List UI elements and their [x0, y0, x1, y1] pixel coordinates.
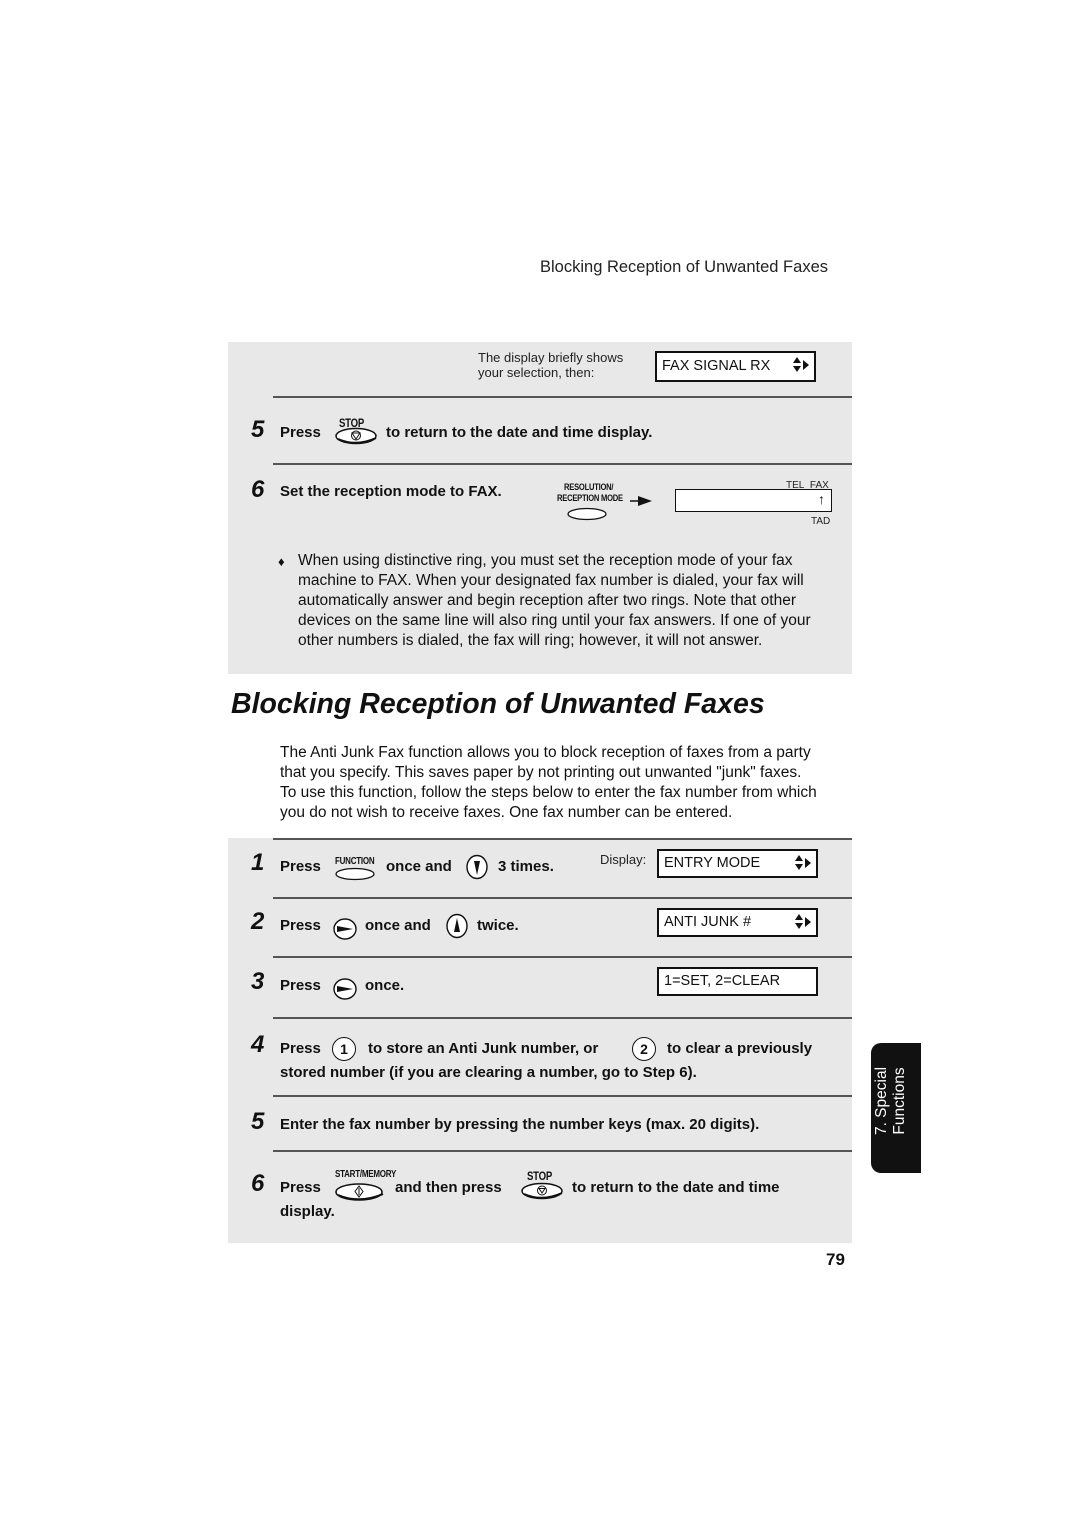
number-key-1: 1: [332, 1037, 356, 1061]
step-text: once.: [365, 977, 405, 994]
intro-line: The Anti Junk Fax function allows you to…: [280, 744, 811, 761]
oval-button-icon: [567, 507, 607, 521]
reception-mode-indicator: ↑: [675, 489, 832, 512]
step-text: once and: [386, 858, 452, 875]
note-line: devices on the same line will also ring …: [298, 612, 811, 629]
down-arrow-key-icon: [466, 854, 488, 880]
previous-steps-panel: The display briefly shows your selection…: [228, 342, 852, 674]
note-line: machine to FAX. When your designated fax…: [298, 572, 804, 589]
step-text: twice.: [477, 917, 519, 934]
step-number: 6: [251, 476, 265, 503]
bullet-icon: ♦: [278, 554, 285, 569]
step-text-line2: display.: [280, 1203, 335, 1220]
intro-line: To use this function, follow the steps b…: [280, 784, 817, 801]
lcd-display-entry-mode: ENTRY MODE: [657, 849, 818, 878]
divider: [273, 1095, 852, 1097]
right-arrow-key-icon: [333, 978, 357, 1000]
mode-pointer-up-icon: ↑: [818, 491, 825, 507]
step-number: 3: [251, 968, 265, 995]
step-text-press: Press: [280, 424, 321, 441]
lcd-display-fax-signal-rx: FAX SIGNAL RX: [655, 351, 816, 382]
key-label-line2: RECEPTION MODE: [557, 493, 623, 504]
step-text-press: Press: [280, 977, 321, 994]
intro-line: you do not wish to receive faxes. One fa…: [280, 804, 733, 821]
step-number: 4: [251, 1031, 265, 1058]
key-label-line1: RESOLUTION/: [564, 482, 614, 493]
running-header: Blocking Reception of Unwanted Faxes: [540, 258, 828, 276]
intro-paragraph: The Anti Junk Fax function allows you to…: [280, 743, 817, 823]
anti-junk-steps-panel: 1 Press FUNCTION once and 3 times. Displ…: [228, 838, 852, 1243]
number-key-2: 2: [632, 1037, 656, 1061]
stop-key: STOP: [521, 1169, 567, 1203]
function-key: FUNCTION: [334, 856, 382, 882]
stop-button-icon: [521, 1182, 563, 1200]
up-down-right-arrows-icon: [795, 855, 811, 870]
start-memory-key-label: START/MEMORY: [335, 1169, 397, 1180]
step-number: 1: [251, 849, 265, 876]
step-number: 2: [251, 908, 265, 935]
note-line: other numbers is dialed, the fax will ri…: [298, 632, 763, 649]
divider: [273, 1017, 852, 1019]
up-down-right-arrows-icon: [795, 914, 811, 929]
step-text: and then press: [395, 1179, 502, 1196]
stop-key: STOP: [335, 416, 377, 445]
mode-label-tad: TAD: [811, 516, 831, 527]
divider: [273, 396, 852, 398]
oval-button-icon: [335, 867, 375, 881]
display-label: Display:: [600, 852, 647, 867]
note-paragraph: When using distinctive ring, you must se…: [298, 551, 811, 651]
right-arrow-key-icon: [333, 918, 357, 940]
lcd-text: ANTI JUNK #: [664, 914, 752, 930]
lcd-display-anti-junk: ANTI JUNK #: [657, 908, 818, 937]
display-note-line1: The display briefly shows: [478, 350, 624, 365]
start-memory-key: START/MEMORY: [333, 1169, 397, 1203]
step-text: to clear a previously: [667, 1040, 813, 1057]
function-key-label: FUNCTION: [335, 856, 375, 867]
step-number: 5: [251, 416, 265, 443]
chapter-tab-line1: 7. Special: [873, 1066, 890, 1136]
divider: [273, 463, 852, 465]
arrow-right-icon: [630, 496, 652, 506]
divider: [273, 956, 852, 958]
step-text: to return to the date and time: [572, 1179, 780, 1196]
step-text: once and: [365, 917, 431, 934]
divider: [273, 897, 852, 899]
start-button-icon: [335, 1183, 384, 1201]
step-text-press: Press: [280, 1040, 321, 1057]
step-text: Enter the fax number by pressing the num…: [280, 1116, 760, 1133]
step-text-press: Press: [280, 917, 321, 934]
resolution-reception-mode-key: RESOLUTION/ RECEPTION MODE: [556, 482, 626, 522]
lcd-text: FAX SIGNAL RX: [662, 358, 771, 374]
lcd-text: ENTRY MODE: [664, 855, 761, 871]
intro-line: that you specify. This saves paper by no…: [280, 764, 802, 781]
lcd-display-set-clear: 1=SET, 2=CLEAR: [657, 967, 818, 996]
up-arrow-key-icon: [446, 913, 468, 939]
chapter-tab[interactable]: 7. Special Functions: [871, 1043, 921, 1173]
step-number: 6: [251, 1170, 265, 1197]
step-text: Set the reception mode to FAX.: [280, 483, 502, 500]
note-line: automatically answer and begin reception…: [298, 592, 796, 609]
section-title: Blocking Reception of Unwanted Faxes: [231, 688, 765, 720]
chapter-tab-line2: Functions: [891, 1067, 908, 1135]
divider: [273, 838, 852, 840]
chapter-tab-label: 7. Special Functions: [873, 1038, 909, 1164]
stop-button-icon: [335, 427, 377, 445]
display-note-line2: your selection, then:: [478, 365, 595, 380]
step-text-press: Press: [280, 858, 321, 875]
divider: [273, 1150, 852, 1152]
step-text: to return to the date and time display.: [386, 424, 653, 441]
step-text-line2: stored number (if you are clearing a num…: [280, 1064, 697, 1081]
lcd-text: 1=SET, 2=CLEAR: [664, 973, 781, 989]
page-number: 79: [826, 1250, 845, 1269]
up-down-right-arrows-icon: [793, 357, 809, 372]
step-text: 3 times.: [498, 858, 554, 875]
step-number: 5: [251, 1108, 265, 1135]
step-text-press: Press: [280, 1179, 321, 1196]
note-line: When using distinctive ring, you must se…: [298, 552, 793, 569]
display-note: The display briefly shows your selection…: [478, 350, 623, 380]
step-text: to store an Anti Junk number, or: [368, 1040, 599, 1057]
stop-key-label: STOP: [527, 1169, 553, 1183]
